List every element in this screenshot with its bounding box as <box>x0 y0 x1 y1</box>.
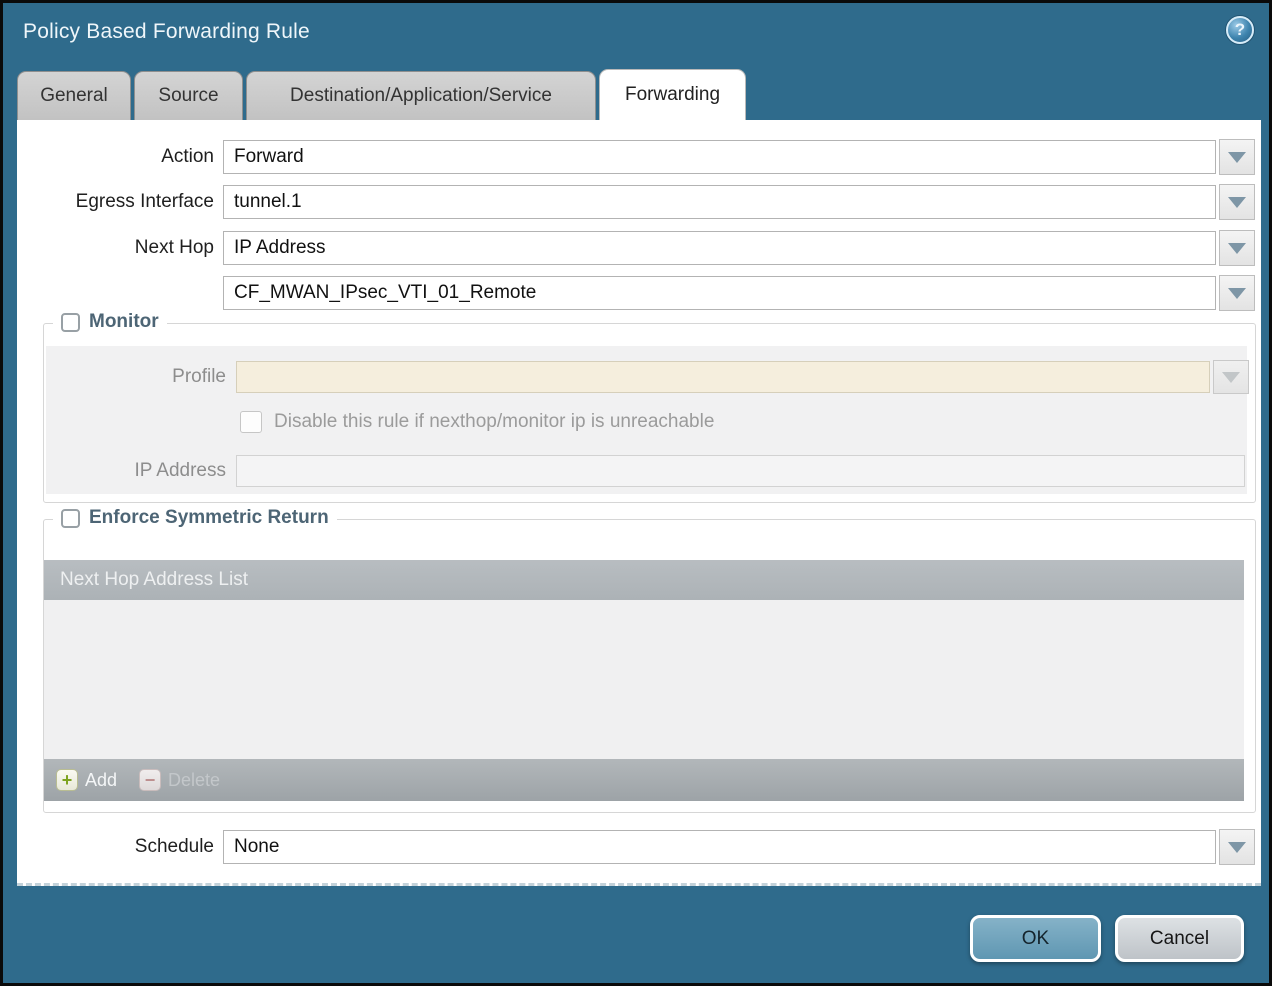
chevron-down-icon <box>1228 152 1246 163</box>
disable-rule-checkbox <box>240 411 262 433</box>
minus-icon: − <box>139 769 161 791</box>
next-hop-address-combo: CF_MWAN_IPsec_VTI_01_Remote <box>223 276 1255 310</box>
cancel-button[interactable]: Cancel <box>1115 915 1244 962</box>
schedule-combo: None <box>223 830 1255 864</box>
action-value[interactable]: Forward <box>223 140 1216 174</box>
next-hop-address-list-toolbar: + Add − Delete <box>44 759 1244 801</box>
policy-based-forwarding-dialog: Policy Based Forwarding Rule ? General S… <box>0 0 1272 986</box>
action-combo: Forward <box>223 140 1255 174</box>
schedule-value[interactable]: None <box>223 830 1216 864</box>
tab-destination-application-service[interactable]: Destination/Application/Service <box>246 71 596 120</box>
monitor-section: Monitor Profile Disable this rule if nex… <box>43 323 1256 503</box>
delete-button-label: Delete <box>168 770 220 791</box>
next-hop-address-value[interactable]: CF_MWAN_IPsec_VTI_01_Remote <box>223 276 1216 310</box>
chevron-down-icon <box>1228 842 1246 853</box>
delete-button: − Delete <box>139 769 220 791</box>
action-label: Action <box>24 140 214 174</box>
ok-button[interactable]: OK <box>970 915 1101 962</box>
enforce-legend: Enforce Symmetric Return <box>53 507 337 529</box>
tab-bar: General Source Destination/Application/S… <box>17 69 746 120</box>
monitor-legend-label: Monitor <box>89 311 159 333</box>
schedule-dropdown-button[interactable] <box>1219 829 1255 865</box>
next-hop-combo: IP Address <box>223 231 1255 265</box>
enforce-symmetric-return-section: Enforce Symmetric Return Next Hop Addres… <box>43 519 1256 813</box>
add-button[interactable]: + Add <box>56 769 117 791</box>
tab-general[interactable]: General <box>17 71 131 120</box>
next-hop-label: Next Hop <box>24 231 214 265</box>
forwarding-tab-panel: Action Forward Egress Interface tunnel.1… <box>17 120 1261 886</box>
next-hop-dropdown-button[interactable] <box>1219 230 1255 266</box>
add-button-label: Add <box>85 770 117 791</box>
action-dropdown-button[interactable] <box>1219 139 1255 175</box>
schedule-label: Schedule <box>24 830 214 864</box>
tab-source[interactable]: Source <box>134 71 243 120</box>
next-hop-value[interactable]: IP Address <box>223 231 1216 265</box>
profile-label: Profile <box>66 361 226 393</box>
egress-interface-value[interactable]: tunnel.1 <box>223 185 1216 219</box>
profile-field <box>236 361 1210 393</box>
next-hop-address-table: Next Hop Address List + Add − Delete <box>44 560 1244 801</box>
monitor-ip-address-label: IP Address <box>66 455 226 487</box>
help-icon[interactable]: ? <box>1226 16 1254 44</box>
plus-icon: + <box>56 769 78 791</box>
egress-interface-dropdown-button[interactable] <box>1219 184 1255 220</box>
dialog-title: Policy Based Forwarding Rule <box>23 20 310 44</box>
disable-rule-label: Disable this rule if nexthop/monitor ip … <box>274 410 714 434</box>
monitor-ip-address-field <box>236 455 1245 487</box>
chevron-down-icon <box>1228 197 1246 208</box>
monitor-legend: Monitor <box>53 311 167 333</box>
enforce-symmetric-return-checkbox[interactable] <box>61 509 80 528</box>
egress-interface-combo: tunnel.1 <box>223 185 1255 219</box>
enforce-legend-label: Enforce Symmetric Return <box>89 507 329 529</box>
next-hop-address-list-body[interactable] <box>44 600 1244 759</box>
monitor-checkbox[interactable] <box>61 313 80 332</box>
next-hop-address-list-header: Next Hop Address List <box>44 560 1244 600</box>
next-hop-address-dropdown-button[interactable] <box>1219 275 1255 311</box>
chevron-down-icon <box>1228 288 1246 299</box>
chevron-down-icon <box>1228 243 1246 254</box>
chevron-down-icon <box>1222 372 1240 383</box>
profile-dropdown-button <box>1213 360 1249 394</box>
tab-forwarding[interactable]: Forwarding <box>599 69 746 120</box>
egress-interface-label: Egress Interface <box>24 185 214 219</box>
